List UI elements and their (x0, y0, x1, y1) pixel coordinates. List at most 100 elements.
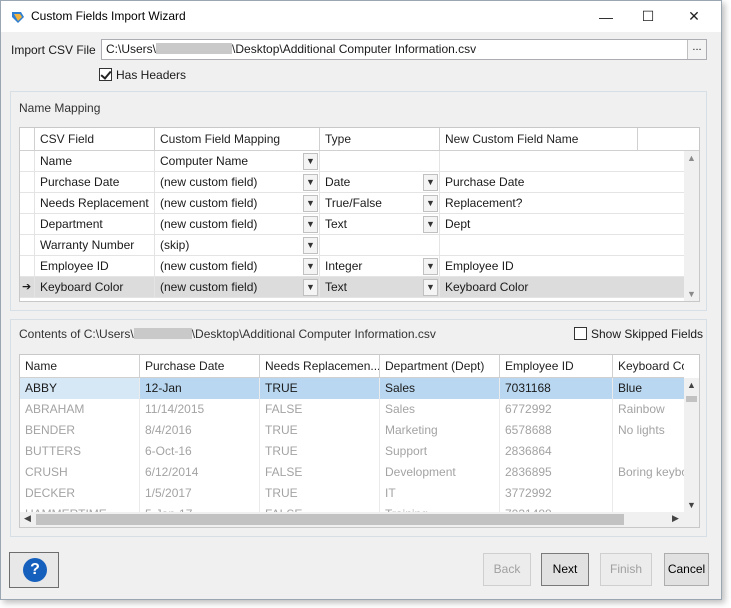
new-name-cell[interactable]: Replacement? (440, 193, 684, 214)
mapping-cell[interactable]: (new custom field) ▼ (155, 214, 320, 235)
scroll-right-icon[interactable]: ▶ (668, 513, 683, 524)
type-cell[interactable]: Integer ▼ (320, 256, 440, 277)
mapping-row[interactable]: Department (new custom field) ▼ Text ▼ Dep… (20, 214, 684, 235)
row-indicator (20, 256, 35, 277)
chevron-down-icon[interactable]: ▼ (303, 153, 318, 170)
show-skipped-label: Show Skipped Fields (591, 327, 704, 341)
csv-path-prefix: C:\Users\ (106, 42, 157, 56)
csv-path-suffix: \Desktop\Additional Computer Information… (232, 42, 477, 56)
new-name-cell[interactable]: Keyboard Color (440, 277, 684, 298)
csv-field-cell: Warranty Number (35, 235, 155, 256)
data-cell: ABRAHAM (20, 399, 140, 420)
data-row[interactable]: BENDER 8/4/2016 TRUE Marketing 6578688 N… (20, 420, 684, 441)
chevron-down-icon[interactable]: ▼ (303, 279, 318, 296)
chevron-down-icon[interactable]: ▼ (423, 258, 438, 275)
column-header-type[interactable]: Type (320, 128, 440, 151)
redacted-username (156, 43, 233, 54)
data-cell: Blue (618, 381, 643, 395)
mapping-cell[interactable]: (skip) ▼ (155, 235, 320, 256)
mapping-cell[interactable]: (new custom field) ▼ (155, 172, 320, 193)
column-header-department[interactable]: Department (Dept) (380, 355, 500, 378)
type-cell[interactable]: True/False ▼ (320, 193, 440, 214)
chevron-down-icon[interactable]: ▼ (303, 195, 318, 212)
column-header-csv-field[interactable]: CSV Field (35, 128, 155, 151)
column-header-needs-replacement[interactable]: Needs Replacemen... (260, 355, 380, 378)
new-name-cell[interactable]: Purchase Date (440, 172, 684, 193)
type-cell[interactable]: Date ▼ (320, 172, 440, 193)
scroll-down-icon[interactable]: ▼ (684, 289, 699, 299)
chevron-down-icon[interactable]: ▼ (303, 216, 318, 233)
maximize-button[interactable]: ☐ (625, 1, 671, 32)
data-cell: 2836895 (500, 462, 613, 483)
scroll-down-icon[interactable]: ▼ (684, 500, 699, 510)
mapping-row[interactable]: Name Computer Name ▼ (20, 151, 684, 172)
data-row[interactable]: ABRAHAM 11/14/2015 FALSE Sales 6772992 R… (20, 399, 684, 420)
mapping-row-selected[interactable]: ➔ Keyboard Color (new custom field) ▼ Tex… (20, 277, 684, 298)
mapping-row[interactable]: Needs Replacement (new custom field) ▼ Tr… (20, 193, 684, 214)
help-button[interactable]: ? (9, 552, 59, 588)
back-button[interactable]: Back (483, 553, 531, 586)
mapping-cell[interactable]: (new custom field) ▼ (155, 193, 320, 214)
data-row-selected[interactable]: ABBY 12-Jan TRUE Sales 7031168 Blue (20, 378, 684, 399)
new-name-cell[interactable]: Dept (440, 214, 684, 235)
redacted-username (133, 328, 192, 339)
csv-data-grid: Name Purchase Date Needs Replacemen... D… (19, 354, 700, 528)
scroll-up-icon[interactable]: ▲ (684, 380, 699, 390)
data-cell: 7031168 (500, 378, 613, 399)
csv-path-field[interactable]: C:\Users\ \Desktop\Additional Computer In… (101, 39, 707, 60)
column-header-new-name[interactable]: New Custom Field Name (440, 128, 638, 151)
title-bar: Custom Fields Import Wizard — ☐ ✕ (1, 1, 721, 32)
column-header-name[interactable]: Name (20, 355, 140, 378)
next-button[interactable]: Next (541, 553, 589, 586)
column-header-purchase-date[interactable]: Purchase Date (140, 355, 260, 378)
chevron-down-icon[interactable]: ▼ (303, 258, 318, 275)
chevron-down-icon[interactable]: ▼ (303, 174, 318, 191)
data-horizontal-scrollbar[interactable]: ◀ ▶ (20, 512, 699, 527)
mapping-row[interactable]: Employee ID (new custom field) ▼ Integer ▼… (20, 256, 684, 277)
vertical-scroll-thumb[interactable] (686, 396, 697, 402)
mapping-cell[interactable]: (new custom field) ▼ (155, 277, 320, 298)
column-header-keyboard-color[interactable]: Keyboard Co (613, 355, 684, 378)
chevron-down-icon[interactable]: ▼ (303, 237, 318, 254)
has-headers-checkbox[interactable]: Has Headers (99, 68, 186, 82)
type-cell (320, 235, 440, 256)
mapping-row[interactable]: Warranty Number (skip) ▼ (20, 235, 684, 256)
cancel-button[interactable]: Cancel (664, 553, 709, 586)
mapping-cell[interactable]: Computer Name ▼ (155, 151, 320, 172)
data-cell: FALSE (260, 462, 380, 483)
data-cell: Boring keybo (618, 465, 684, 479)
show-skipped-checkbox[interactable]: Show Skipped Fields (574, 327, 703, 341)
data-row[interactable]: BUTTERS 6-Oct-16 TRUE Support 2836864 (20, 441, 684, 462)
close-button[interactable]: ✕ (671, 1, 717, 32)
data-cell (613, 441, 684, 462)
chevron-down-icon[interactable]: ▼ (423, 216, 438, 233)
mapping-cell[interactable]: (new custom field) ▼ (155, 256, 320, 277)
type-cell[interactable]: Text ▼ (320, 277, 440, 298)
chevron-down-icon[interactable]: ▼ (423, 195, 438, 212)
row-indicator (20, 193, 35, 214)
contents-title: Contents of C:\Users\ \Desktop\Additional… (19, 327, 436, 341)
type-cell[interactable]: Text ▼ (320, 214, 440, 235)
browse-button[interactable]: ... (687, 40, 706, 59)
horizontal-scroll-thumb[interactable] (36, 514, 624, 525)
mapping-row[interactable]: Purchase Date (new custom field) ▼ Date ▼ … (20, 172, 684, 193)
data-vertical-scrollbar[interactable]: ▲ ▼ (684, 378, 699, 512)
type-value: Text (325, 280, 348, 294)
column-header-mapping[interactable]: Custom Field Mapping (155, 128, 320, 151)
finish-button[interactable]: Finish (600, 553, 652, 586)
mapping-vertical-scrollbar[interactable]: ▲ ▼ (684, 151, 699, 301)
has-headers-check-icon[interactable] (99, 68, 112, 81)
chevron-down-icon[interactable]: ▼ (423, 279, 438, 296)
chevron-down-icon[interactable]: ▼ (423, 174, 438, 191)
scroll-up-icon[interactable]: ▲ (684, 153, 699, 163)
show-skipped-check-icon[interactable] (574, 327, 587, 340)
mapping-value: (skip) (160, 238, 190, 252)
data-cell: CRUSH (20, 462, 140, 483)
minimize-button[interactable]: — (583, 1, 629, 32)
data-row[interactable]: DECKER 1/5/2017 TRUE IT 3772992 (20, 483, 684, 504)
new-name-cell[interactable]: Employee ID (440, 256, 684, 277)
data-cell: TRUE (260, 441, 380, 462)
column-header-employee-id[interactable]: Employee ID (500, 355, 613, 378)
data-row[interactable]: CRUSH 6/12/2014 FALSE Development 283689… (20, 462, 684, 483)
scroll-left-icon[interactable]: ◀ (20, 513, 35, 524)
